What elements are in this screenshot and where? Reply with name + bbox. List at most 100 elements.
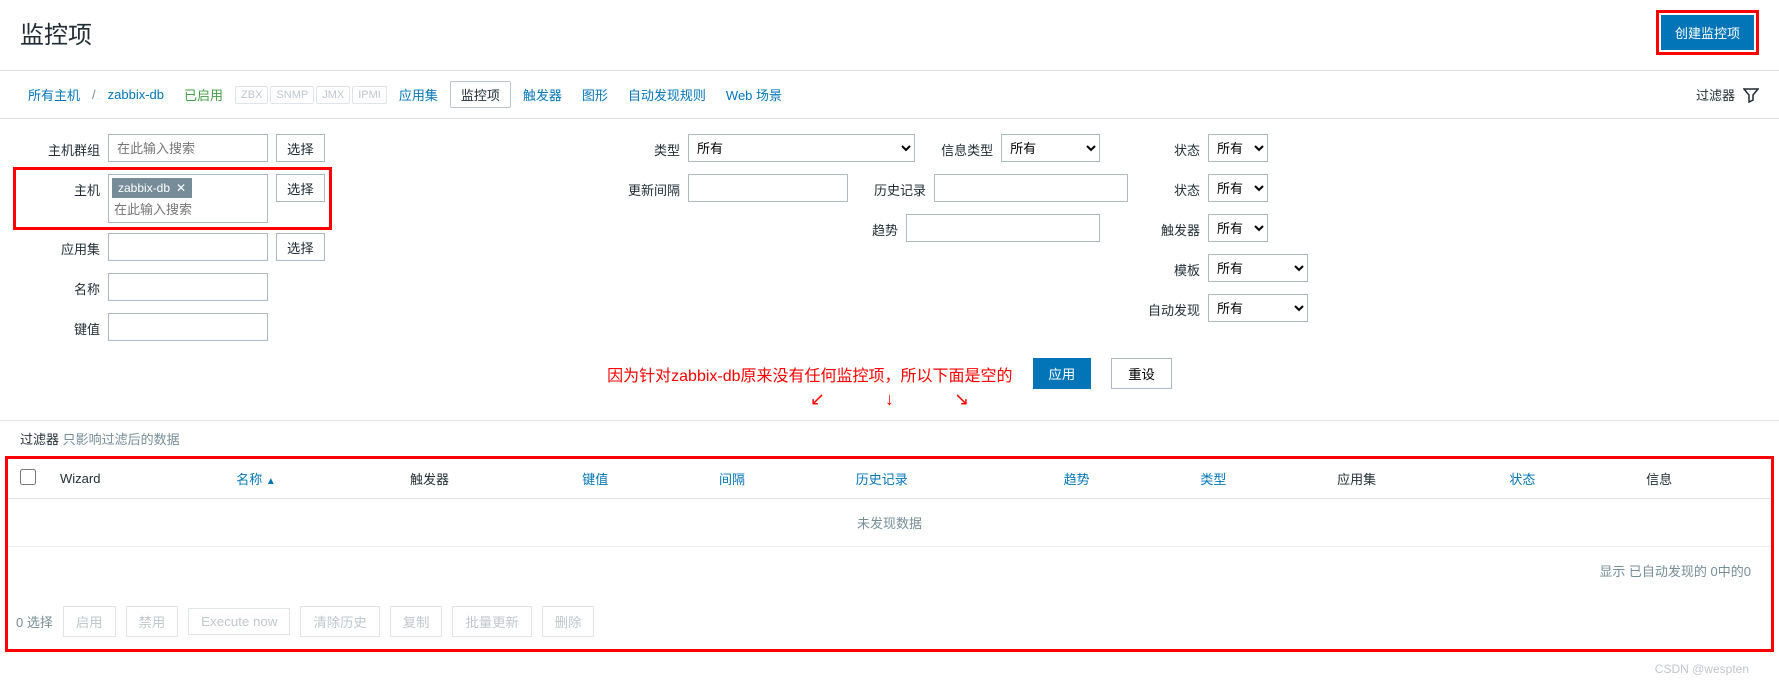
all-hosts-link[interactable]: 所有主机 bbox=[20, 81, 88, 108]
table-highlight: Wizard 名称 ▲ 触发器 键值 间隔 历史记录 趋势 类型 应用集 状态 … bbox=[5, 456, 1774, 652]
jmx-badge: JMX bbox=[316, 86, 350, 104]
snmp-badge: SNMP bbox=[270, 86, 314, 104]
col-trends[interactable]: 趋势 bbox=[1052, 459, 1189, 499]
filter-note-sub: 只影响过滤后的数据 bbox=[63, 432, 180, 447]
col-key[interactable]: 键值 bbox=[570, 459, 707, 499]
host-group-input[interactable] bbox=[108, 134, 268, 162]
history-label: 历史记录 bbox=[856, 174, 926, 199]
discovery-label: 自动发现 bbox=[1120, 294, 1200, 319]
mass-update-button: 批量更新 bbox=[452, 606, 531, 637]
filter-toggle-label: 过滤器 bbox=[1696, 85, 1735, 104]
host-select-button[interactable]: 选择 bbox=[276, 174, 325, 202]
host-input[interactable] bbox=[112, 200, 264, 219]
items-table: Wizard 名称 ▲ 触发器 键值 间隔 历史记录 趋势 类型 应用集 状态 … bbox=[8, 459, 1771, 546]
host-link[interactable]: zabbix-db bbox=[100, 83, 172, 106]
host-tag-remove-icon[interactable]: ✕ bbox=[176, 181, 186, 195]
table-header-row: Wizard 名称 ▲ 触发器 键值 间隔 历史记录 趋势 类型 应用集 状态 … bbox=[8, 459, 1771, 499]
col-type[interactable]: 类型 bbox=[1188, 459, 1325, 499]
filter-toggle[interactable]: 过滤器 bbox=[1696, 85, 1759, 104]
col-status[interactable]: 状态 bbox=[1497, 459, 1634, 499]
triggers-filter-label: 触发器 bbox=[1120, 214, 1200, 239]
zbx-badge: ZBX bbox=[235, 86, 268, 104]
trends-input[interactable] bbox=[906, 214, 1100, 242]
ipmi-badge: IPMI bbox=[352, 86, 387, 104]
no-data-message: 未发现数据 bbox=[8, 499, 1771, 547]
delete-button: 删除 bbox=[542, 606, 595, 637]
state-select[interactable]: 所有 bbox=[1208, 134, 1268, 162]
name-input[interactable] bbox=[108, 273, 268, 301]
template-label: 模板 bbox=[1120, 254, 1200, 279]
template-select[interactable]: 所有 bbox=[1208, 254, 1308, 282]
triggers-select[interactable]: 所有 bbox=[1208, 214, 1268, 242]
col-name[interactable]: 名称 ▲ bbox=[224, 459, 398, 499]
tab-applications[interactable]: 应用集 bbox=[391, 81, 446, 108]
info-type-select[interactable]: 所有 bbox=[1001, 134, 1100, 162]
col-wizard: Wizard bbox=[48, 459, 224, 499]
create-item-button[interactable]: 创建监控项 bbox=[1661, 15, 1754, 50]
arrow-icon: ↘ bbox=[954, 389, 969, 410]
application-input[interactable] bbox=[108, 233, 268, 261]
tab-graphs[interactable]: 图形 bbox=[574, 81, 616, 108]
arrow-icon: ↙ bbox=[810, 389, 825, 410]
table-footer: 显示 已自动发现的 0中的0 bbox=[8, 546, 1771, 594]
tab-discovery[interactable]: 自动发现规则 bbox=[620, 81, 714, 108]
apply-button[interactable]: 应用 bbox=[1033, 358, 1092, 389]
discovery-select[interactable]: 所有 bbox=[1208, 294, 1308, 322]
host-tag-box[interactable]: zabbix-db ✕ bbox=[108, 174, 268, 223]
col-info: 信息 bbox=[1634, 459, 1771, 499]
tab-triggers[interactable]: 触发器 bbox=[515, 81, 570, 108]
key-label: 键值 bbox=[20, 313, 100, 338]
col-history[interactable]: 历史记录 bbox=[844, 459, 1052, 499]
enable-button: 启用 bbox=[63, 606, 116, 637]
filter-panel: 主机群组 选择 主机 zabbix-db ✕ bbox=[0, 119, 1779, 421]
info-type-label: 信息类型 bbox=[923, 134, 993, 159]
annotation-text: 因为针对zabbix-db原来没有任何监控项，所以下面是空的 bbox=[607, 362, 1012, 386]
interval-input[interactable] bbox=[688, 174, 848, 202]
host-group-select-button[interactable]: 选择 bbox=[276, 134, 325, 162]
host-group-label: 主机群组 bbox=[20, 134, 100, 159]
filter-note: 过滤器 只影响过滤后的数据 bbox=[0, 421, 1779, 456]
tab-items[interactable]: 监控项 bbox=[450, 81, 511, 108]
host-tag-text: zabbix-db bbox=[118, 181, 170, 195]
application-label: 应用集 bbox=[20, 233, 100, 258]
type-select[interactable]: 所有 bbox=[688, 134, 915, 162]
trends-label: 趋势 bbox=[828, 214, 898, 239]
execute-now-button: Execute now bbox=[188, 608, 290, 635]
action-bar: 0 选择 启用 禁用 Execute now 清除历史 复制 批量更新 删除 bbox=[8, 594, 1771, 649]
host-filter-highlight: 主机 zabbix-db ✕ 选择 bbox=[13, 167, 332, 230]
tab-web[interactable]: Web 场景 bbox=[718, 81, 790, 108]
clear-history-button: 清除历史 bbox=[300, 606, 379, 637]
trends-spacer bbox=[600, 214, 680, 220]
col-applications: 应用集 bbox=[1325, 459, 1497, 499]
arrow-icon: ↓ bbox=[885, 389, 894, 410]
select-all-checkbox[interactable] bbox=[20, 469, 36, 485]
host-tag: zabbix-db ✕ bbox=[112, 178, 192, 198]
type-label: 类型 bbox=[600, 134, 680, 159]
copy-button: 复制 bbox=[390, 606, 443, 637]
selected-count: 0 选择 bbox=[16, 612, 53, 631]
reset-button[interactable]: 重设 bbox=[1111, 358, 1172, 389]
filter-note-label: 过滤器 bbox=[20, 432, 59, 447]
annotation-arrows: ↙ ↓ ↘ bbox=[20, 389, 1759, 410]
status-label: 状态 bbox=[1120, 174, 1200, 199]
host-status: 已启用 bbox=[176, 81, 231, 108]
application-select-button[interactable]: 选择 bbox=[276, 233, 325, 261]
col-triggers: 触发器 bbox=[398, 459, 570, 499]
watermark: CSDN @wespten bbox=[0, 652, 1779, 686]
host-navbar: 所有主机 / zabbix-db 已启用 ZBX SNMP JMX IPMI 应… bbox=[0, 70, 1779, 119]
status-select[interactable]: 所有 bbox=[1208, 174, 1268, 202]
state-label: 状态 bbox=[1120, 134, 1200, 159]
history-input[interactable] bbox=[934, 174, 1128, 202]
host-label: 主机 bbox=[20, 174, 100, 199]
name-label: 名称 bbox=[20, 273, 100, 298]
create-button-highlight: 创建监控项 bbox=[1656, 10, 1759, 55]
breadcrumb-sep: / bbox=[92, 87, 96, 102]
disable-button: 禁用 bbox=[126, 606, 179, 637]
protocol-badges: ZBX SNMP JMX IPMI bbox=[235, 86, 387, 104]
interval-label: 更新间隔 bbox=[600, 174, 680, 199]
filter-icon bbox=[1743, 87, 1759, 103]
page-title: 监控项 bbox=[20, 15, 92, 50]
col-interval[interactable]: 间隔 bbox=[707, 459, 844, 499]
sort-asc-icon: ▲ bbox=[266, 476, 276, 487]
key-input[interactable] bbox=[108, 313, 268, 341]
